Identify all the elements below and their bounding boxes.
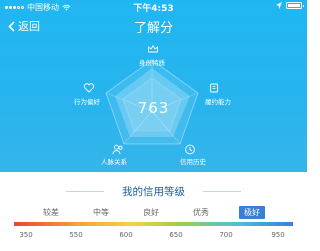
heart-icon [83,83,95,93]
credit-gradient-bar [14,222,293,226]
level-medium: 中等 [93,208,109,217]
radar-label-identity: 身份特质 [139,59,165,67]
tick-label: 350 [19,231,33,239]
radar-label-history: 信用历史 [180,158,206,166]
title-divider-right [203,191,241,192]
clock-icon [185,144,195,155]
people-icon [112,144,123,155]
credit-level-labels: 较差 中等 良好 优秀 极好 [0,206,307,221]
level-poor: 较差 [43,208,59,217]
radar-label-connections: 人脉关系 [101,158,127,166]
level-excellent: 优秀 [193,208,209,217]
radar-chart [105,59,199,145]
level-superb-active: 极好 [239,206,265,219]
level-good: 良好 [143,208,159,217]
score-ticks: 350 550 600 650 700 950 [0,231,307,243]
credit-level-title: 我的信用等级 [122,186,185,198]
credit-score: 763 [137,99,170,117]
tick-label: 550 [69,231,83,239]
tick-label: 650 [169,231,183,239]
score-hero-panel: 中国移动 下午4:53 返回 了解分 身份特质 履约能力 信用历史 人脉关系 行… [0,0,307,172]
crown-icon [148,45,158,53]
tick-label: 950 [271,231,285,239]
tick-label: 700 [219,231,233,239]
handshake-icon [210,83,218,93]
tick-label: 600 [119,231,133,239]
